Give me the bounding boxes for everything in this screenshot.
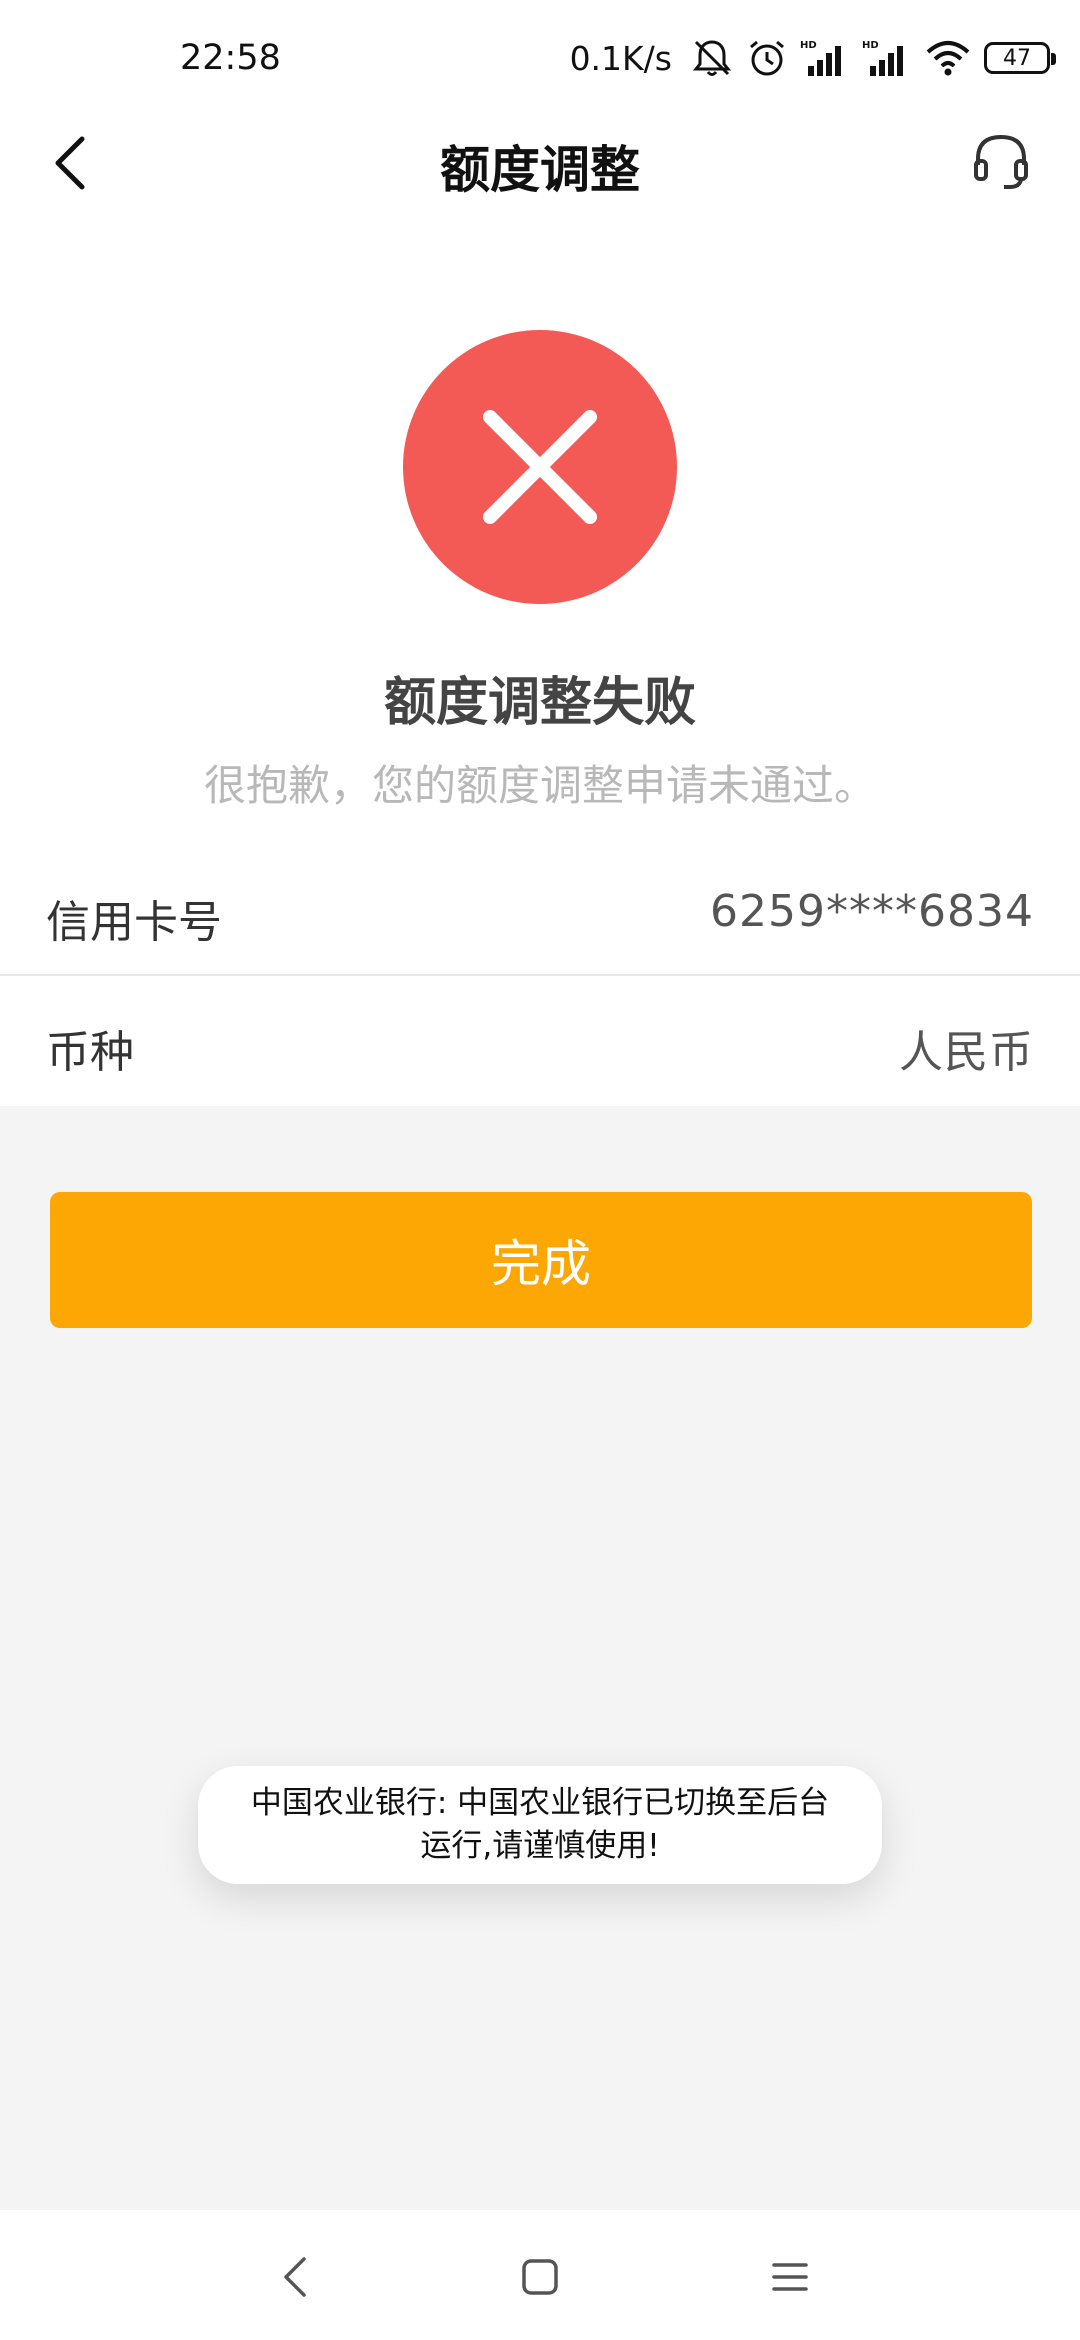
svg-text:HD: HD [862, 40, 879, 51]
result-description: 很抱歉，您的额度调整申请未通过。 [203, 761, 876, 810]
headset-icon [974, 134, 1028, 189]
battery-icon: 47 [984, 42, 1056, 74]
card-number-row: 信用卡号 6259****6834 [0, 848, 1080, 976]
system-back-button[interactable] [260, 2242, 330, 2312]
currency-value: 人民币 [899, 1027, 1034, 1078]
page-title: 额度调整 [440, 141, 640, 199]
nav-bar: 额度调整 [0, 110, 1080, 220]
back-icon [284, 2257, 306, 2297]
alarm-icon [746, 37, 788, 79]
close-icon [483, 410, 597, 524]
customer-service-button[interactable] [962, 120, 1040, 200]
hd-signal-icon: HD [862, 38, 912, 78]
system-menu-button[interactable] [755, 2242, 825, 2312]
status-bar: 22:58 0.1K/s HD HD 47 [0, 0, 1080, 120]
currency-label: 币种 [46, 1027, 134, 1078]
home-icon [522, 2259, 558, 2295]
mute-icon [690, 36, 734, 80]
page: 22:58 0.1K/s HD HD 47 额度调整 额度调整失败 很抱歉，您的… [0, 0, 1080, 2340]
menu-icon [772, 2263, 808, 2291]
status-time: 22:58 [180, 38, 281, 78]
toast-message: 中国农业银行: 中国农业银行已切换至后台运行,请谨慎使用! [198, 1766, 882, 1884]
currency-row: 币种 人民币 [0, 978, 1080, 1106]
wifi-icon [924, 38, 972, 78]
svg-text:HD: HD [800, 40, 817, 51]
card-number-label: 信用卡号 [46, 897, 222, 948]
system-home-button[interactable] [505, 2242, 575, 2312]
hd-signal-icon: HD [800, 38, 850, 78]
card-number-value: 6259****6834 [710, 886, 1034, 937]
battery-level: 47 [1003, 45, 1031, 71]
done-button[interactable]: 完成 [50, 1192, 1032, 1328]
failure-icon-circle [403, 330, 677, 604]
status-icons: 0.1K/s HD HD 47 [569, 34, 1056, 82]
result-title: 额度调整失败 [383, 673, 696, 733]
network-speed: 0.1K/s [569, 38, 672, 78]
system-nav-bar [0, 2210, 1080, 2340]
